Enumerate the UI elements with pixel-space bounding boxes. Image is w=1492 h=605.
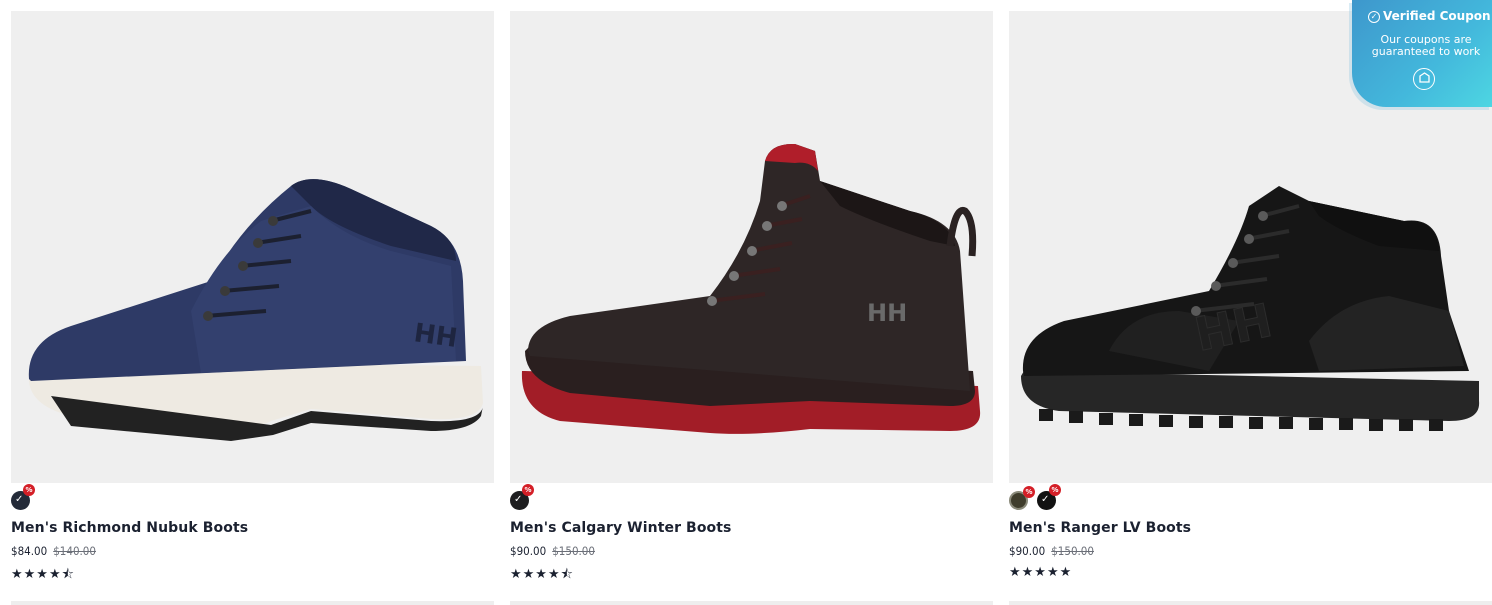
verified-coupon-widget[interactable]: ✓ Verified Coupon Our coupons are guarant… [1352,0,1492,107]
product-name[interactable]: Men's Richmond Nubuk Boots [11,520,248,536]
next-row-card-edge [1009,601,1492,605]
sale-badge-icon: % [23,484,35,496]
check-icon: ✓ [514,494,523,505]
original-price: $140.00 [53,544,96,558]
sale-badge-icon: % [522,484,534,496]
check-icon: ✓ [1041,494,1050,505]
next-row-card-edge [510,601,993,605]
check-circle-icon: ✓ [1368,11,1380,23]
product-price: $90.00 $150.00 [1009,544,1094,558]
coupon-title: ✓ Verified Coupon [1368,9,1491,23]
product-price: $84.00 $140.00 [11,544,96,558]
sale-badge-icon: % [1023,486,1035,498]
coupon-subtitle: Our coupons are guaranteed to work [1371,33,1481,58]
original-price: $150.00 [552,544,595,558]
rating-stars: ★★★★⯪ [11,567,75,582]
coupon-title-text: Verified Coupon [1383,9,1491,23]
sale-price: $90.00 [1009,544,1046,558]
sale-price: $90.00 [510,544,547,558]
next-row-card-edge [11,601,494,605]
check-icon: ✓ [15,494,24,505]
color-swatch[interactable]: ✓ % [510,484,534,510]
color-swatch[interactable]: % [1009,486,1035,510]
product-image-calgary[interactable]: HH [510,11,993,483]
product-name[interactable]: Men's Ranger LV Boots [1009,520,1191,536]
sale-price: $84.00 [11,544,48,558]
coupon-shield-icon[interactable] [1413,68,1435,90]
product-price: $90.00 $150.00 [510,544,595,558]
product-image-richmond[interactable]: HH [11,11,494,483]
product-name[interactable]: Men's Calgary Winter Boots [510,520,732,536]
color-swatch[interactable]: ✓ % [11,484,35,510]
product-card[interactable]: HH ✓ % Men's Richmond Nubuk Boots $84.00… [11,11,494,582]
rating-stars: ★★★★⯪ [510,567,574,582]
product-card[interactable]: HH ✓ % Men's Calgary Winter Boots $90.00… [510,11,993,582]
sale-badge-icon: % [1049,484,1061,496]
color-swatch[interactable]: ✓ % [1037,484,1061,510]
original-price: $150.00 [1051,544,1094,558]
svg-text:HH: HH [867,299,907,327]
svg-text:HH: HH [412,318,459,354]
rating-stars: ★★★★★ [1009,565,1073,580]
boot-image: HH [28,179,483,441]
boot-image: HH [521,143,981,434]
